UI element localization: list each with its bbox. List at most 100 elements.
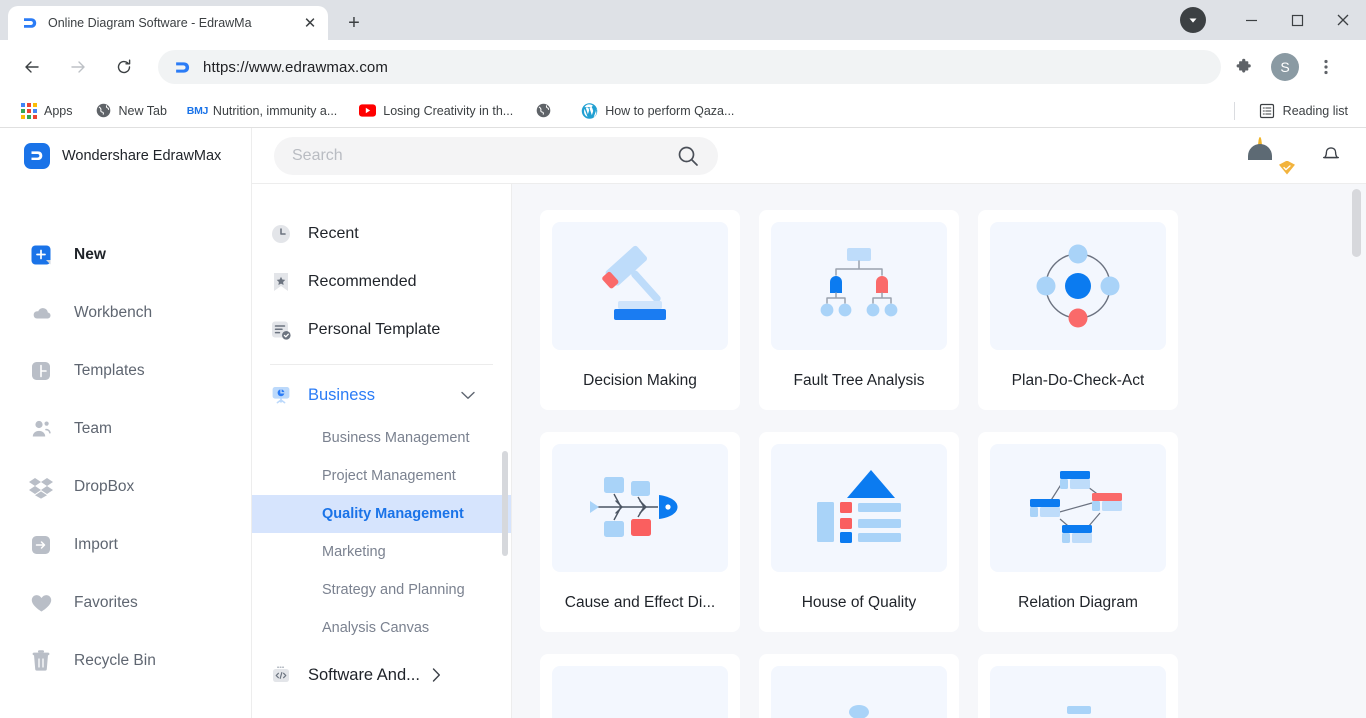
- close-icon[interactable]: ✕: [300, 13, 320, 33]
- subcategory-project-management[interactable]: Project Management: [252, 457, 511, 495]
- template-thumbnail: [552, 666, 728, 718]
- sidebar-item-recycle-bin[interactable]: Recycle Bin: [0, 632, 251, 690]
- apps-grid-icon: [20, 102, 37, 119]
- puzzle-icon[interactable]: [1229, 52, 1259, 82]
- sidebar: New Workbench Templates Team DropBox Imp…: [0, 184, 252, 718]
- reading-list-area: Reading list: [1233, 98, 1356, 123]
- back-icon[interactable]: [15, 50, 49, 84]
- sidebar-item-workbench[interactable]: Workbench: [0, 284, 251, 342]
- sidebar-item-dropbox[interactable]: DropBox: [0, 458, 251, 516]
- sidebar-list: New Workbench Templates Team DropBox Imp…: [0, 226, 251, 690]
- sidebar-item-team[interactable]: Team: [0, 400, 251, 458]
- chevron-down-icon[interactable]: [461, 386, 475, 405]
- reading-list-label: Reading list: [1282, 103, 1348, 118]
- category-personal-template[interactable]: Personal Template: [270, 306, 511, 354]
- fault-tree-icon: [771, 222, 947, 350]
- template-card[interactable]: Plan-Do-Check-Act: [978, 210, 1178, 410]
- edrawmax-icon: [174, 59, 191, 76]
- bookmark-wordpress[interactable]: How to perform Qaza...: [573, 98, 742, 123]
- close-window-button[interactable]: [1320, 0, 1366, 40]
- reading-list-button[interactable]: Reading list: [1251, 98, 1356, 123]
- bookmark-label: Losing Creativity in th...: [383, 103, 514, 118]
- subcategory-strategy-and-planning[interactable]: Strategy and Planning: [252, 571, 511, 609]
- search-input[interactable]: Search: [274, 136, 718, 175]
- youtube-icon: [359, 102, 377, 119]
- category-group-software[interactable]: Software And...: [252, 651, 511, 699]
- download-icon[interactable]: [1180, 7, 1206, 33]
- new-tab-button[interactable]: +: [340, 9, 368, 37]
- kebab-menu-icon[interactable]: [1311, 52, 1341, 82]
- browser-tab[interactable]: Online Diagram Software - EdrawMa ✕: [8, 6, 328, 40]
- category-panel-scrollbar[interactable]: [502, 451, 508, 556]
- template-label: House of Quality: [801, 594, 917, 611]
- bookmark-new-tab[interactable]: New Tab: [87, 98, 175, 123]
- sidebar-item-label: Recycle Bin: [74, 652, 156, 669]
- reload-icon[interactable]: [107, 50, 141, 84]
- star-bookmark-icon: [270, 271, 292, 293]
- avatar[interactable]: [1248, 136, 1295, 175]
- template-card[interactable]: House of Quality: [759, 432, 959, 632]
- template-card[interactable]: [759, 654, 959, 718]
- import-arrow-icon: [28, 532, 54, 558]
- subcategory-quality-management[interactable]: Quality Management: [252, 495, 511, 533]
- chevron-right-icon[interactable]: [432, 668, 441, 682]
- sidebar-item-templates[interactable]: Templates: [0, 342, 251, 400]
- template-card[interactable]: [978, 654, 1178, 718]
- sidebar-item-import[interactable]: Import: [0, 516, 251, 574]
- house-of-quality-icon: [771, 444, 947, 572]
- app-header-actions: [1248, 136, 1342, 175]
- profile-avatar[interactable]: S: [1271, 53, 1299, 81]
- sidebar-item-label: Team: [74, 420, 112, 437]
- category-group-label: Software And...: [308, 665, 420, 684]
- subcategory-business-management[interactable]: Business Management: [252, 419, 511, 457]
- browser-tab-strip: Online Diagram Software - EdrawMa ✕ +: [0, 0, 1366, 40]
- content-scrollbar[interactable]: [1352, 189, 1361, 257]
- globe-icon: [95, 102, 112, 119]
- address-bar-url: https://www.edrawmax.com: [203, 58, 388, 76]
- template-card[interactable]: Cause and Effect Di...: [540, 432, 740, 632]
- subcategory-label: Marketing: [322, 544, 386, 560]
- bookmark-globe[interactable]: [527, 98, 567, 123]
- subcategory-marketing[interactable]: Marketing: [252, 533, 511, 571]
- template-thumbnail: [771, 666, 947, 718]
- bmj-icon: BMJ: [186, 104, 209, 117]
- category-panel: Recent Recommended Personal Template Bus…: [252, 184, 512, 718]
- clock-icon: [270, 223, 292, 245]
- bookmark-label: New Tab: [118, 103, 167, 118]
- template-card[interactable]: Decision Making: [540, 210, 740, 410]
- maximize-button[interactable]: [1274, 0, 1320, 40]
- sidebar-item-new[interactable]: New: [0, 226, 251, 284]
- fishbone-icon: [552, 444, 728, 572]
- bookmark-label: How to perform Qaza...: [605, 103, 735, 118]
- brand[interactable]: Wondershare EdrawMax: [0, 128, 251, 184]
- forward-icon[interactable]: [61, 50, 95, 84]
- minimize-button[interactable]: [1228, 0, 1274, 40]
- template-card[interactable]: [540, 654, 740, 718]
- template-card[interactable]: Relation Diagram: [978, 432, 1178, 632]
- template-gallery: Decision Making Fault Tree Analysis Plan…: [512, 184, 1366, 718]
- browser-toolbar-actions: S: [1229, 52, 1345, 82]
- trash-icon: [28, 648, 54, 674]
- vip-diamond-icon: [1279, 160, 1295, 175]
- browser-tab-title: Online Diagram Software - EdrawMa: [48, 16, 252, 30]
- edrawmax-logo: [24, 143, 50, 169]
- bookmark-apps[interactable]: Apps: [12, 98, 81, 123]
- category-group-business[interactable]: Business: [252, 371, 511, 419]
- sidebar-item-favorites[interactable]: Favorites: [0, 574, 251, 632]
- sidebar-item-label: New: [74, 246, 106, 263]
- subcategory-analysis-canvas[interactable]: Analysis Canvas: [252, 609, 511, 647]
- bookmark-youtube[interactable]: Losing Creativity in th...: [351, 98, 521, 123]
- template-label: Fault Tree Analysis: [793, 372, 925, 389]
- address-bar[interactable]: https://www.edrawmax.com: [158, 50, 1221, 84]
- bell-icon[interactable]: [1320, 145, 1342, 167]
- category-recommended[interactable]: Recommended: [270, 258, 511, 306]
- divider: [270, 364, 493, 365]
- sidebar-item-label: Templates: [74, 362, 145, 379]
- search-icon[interactable]: [676, 144, 700, 168]
- code-icon: [270, 664, 292, 686]
- bookmark-label: Nutrition, immunity a...: [212, 103, 338, 118]
- sidebar-item-label: DropBox: [74, 478, 135, 495]
- category-recent[interactable]: Recent: [270, 210, 511, 258]
- template-card[interactable]: Fault Tree Analysis: [759, 210, 959, 410]
- bookmark-bmj[interactable]: BMJ Nutrition, immunity a...: [181, 98, 345, 123]
